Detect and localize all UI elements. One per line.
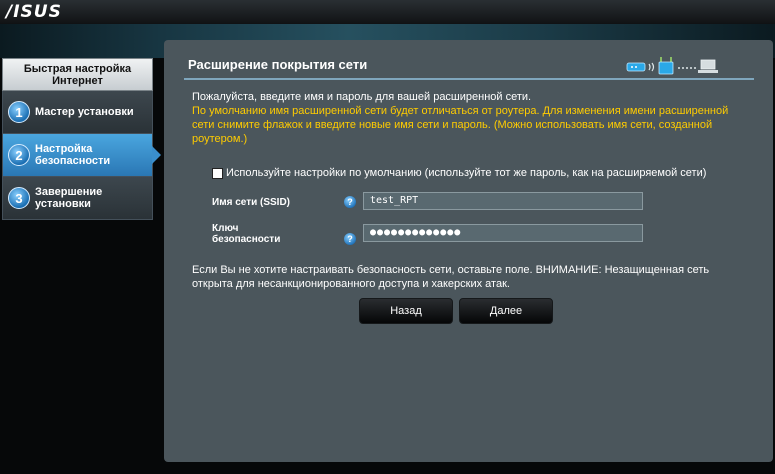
- security-warning: Если Вы не хотите настраивать безопаснос…: [192, 264, 710, 290]
- next-button[interactable]: Далее: [459, 298, 553, 324]
- step-number-2: 2: [8, 144, 30, 166]
- key-help-icon[interactable]: ?: [344, 233, 356, 245]
- wizard-sidebar: Быстрая настройка Интернет 1 Мастер уста…: [2, 58, 161, 220]
- intro-text: Пожалуйста, введите имя и пароль для ваш…: [192, 91, 532, 103]
- ssid-help-icon[interactable]: ?: [344, 196, 356, 208]
- topology-icons: [626, 57, 718, 75]
- back-button[interactable]: Назад: [359, 298, 453, 324]
- page-title: Расширение покрытия сети: [188, 57, 368, 72]
- title-divider: [184, 78, 754, 80]
- step-label: Завершение установки: [35, 186, 103, 210]
- router-icon: [626, 62, 646, 72]
- laptop-icon: [698, 59, 718, 73]
- security-key-input[interactable]: ●●●●●●●●●●●●●: [363, 224, 643, 242]
- step-finish-setup[interactable]: 3 Завершение установки: [2, 177, 153, 220]
- asus-logo: /ISUS: [6, 2, 62, 22]
- main-panel: Расширение покрытия сети Пожалуйста, вве…: [164, 40, 773, 462]
- step-setup-wizard[interactable]: 1 Мастер установки: [2, 91, 153, 134]
- default-settings-label: Используйте настройки по умолчанию (испо…: [226, 167, 707, 179]
- description: Пожалуйста, введите имя и пароль для ваш…: [192, 90, 752, 146]
- step-number-3: 3: [8, 187, 30, 209]
- sidebar-heading: Быстрая настройка Интернет: [2, 58, 153, 91]
- top-bar: /ISUS: [0, 0, 775, 24]
- step-number-1: 1: [8, 101, 30, 123]
- hint-text: По умолчанию имя расширенной сети будет …: [192, 105, 729, 145]
- default-settings-checkbox[interactable]: [212, 167, 223, 179]
- repeater-icon: [658, 57, 674, 75]
- security-key-label: Ключ безопасности: [212, 223, 281, 245]
- step-label: Настройка безопасности: [35, 143, 111, 167]
- step-security-settings[interactable]: 2 Настройка безопасности: [2, 134, 161, 177]
- ssid-input[interactable]: test_RPT: [363, 192, 643, 210]
- wifi-signal-icon: [648, 62, 655, 72]
- ssid-label: Имя сети (SSID): [212, 197, 291, 208]
- default-settings-row[interactable]: Используйте настройки по умолчанию (испо…: [212, 167, 706, 179]
- step-label: Мастер установки: [35, 106, 134, 118]
